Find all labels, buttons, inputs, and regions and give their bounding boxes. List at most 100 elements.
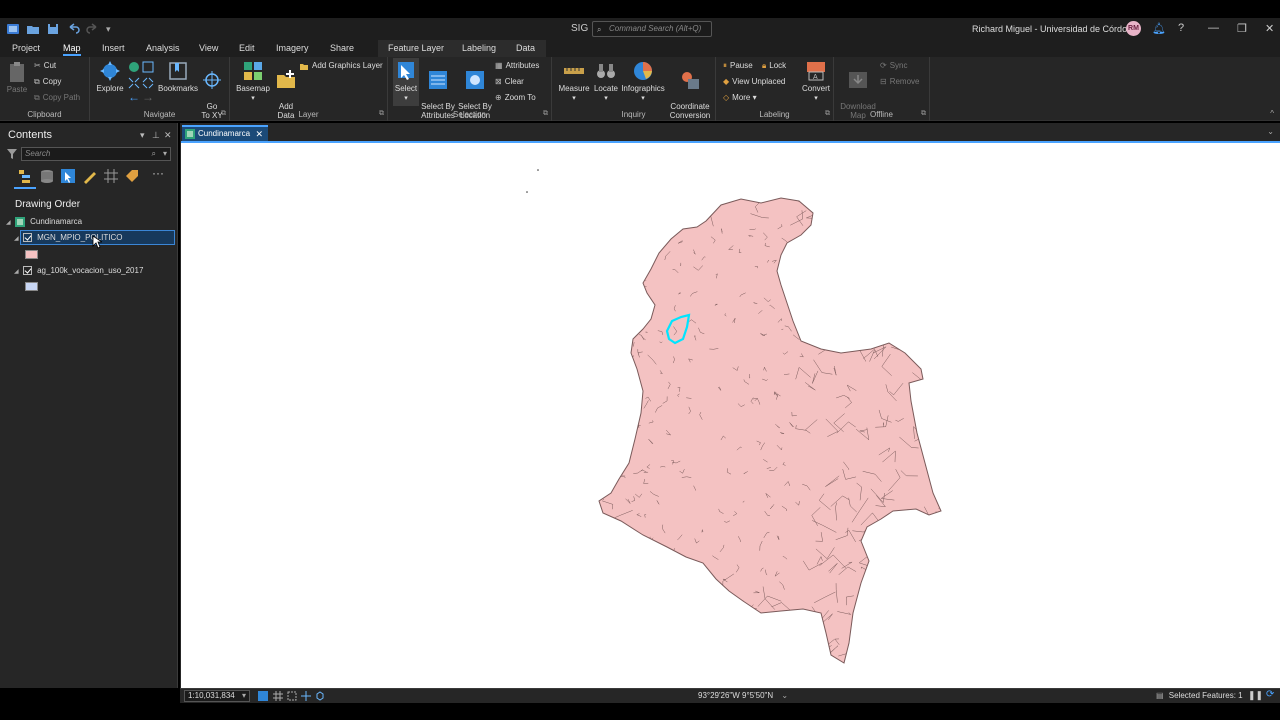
attributes-button[interactable]: ▦ Attributes [495, 61, 539, 70]
tab-data[interactable]: Data [516, 43, 535, 53]
zoom-in-icon[interactable] [128, 77, 140, 89]
layer-launcher-icon[interactable]: ⧉ [379, 110, 384, 118]
restore-button[interactable]: ❐ [1237, 22, 1247, 35]
layer-visibility-checkbox[interactable] [22, 266, 32, 276]
copy-button[interactable]: ⧉ Copy [34, 77, 61, 87]
view-unplaced-button[interactable]: ◆ View Unplaced [723, 77, 785, 86]
pin-icon[interactable]: ⊥ [152, 130, 160, 141]
tab-overflow-icon[interactable]: ⌄ [1267, 127, 1274, 136]
add-graphics-layer-button[interactable]: Add Graphics Layer [299, 61, 383, 71]
scale-selector[interactable]: 1:10,031,834 ▾ [184, 690, 250, 702]
map-canvas[interactable] [181, 141, 1280, 688]
avatar[interactable]: RM [1126, 21, 1141, 36]
open-folder-icon[interactable] [26, 22, 40, 36]
refresh-icon[interactable]: ⟳ [1266, 689, 1274, 700]
municipality-boundary [612, 337, 616, 345]
navigate-launcher-icon[interactable]: ⧉ [221, 110, 226, 118]
help-icon[interactable]: ? [1178, 22, 1184, 34]
more-options-icon[interactable]: ··· [152, 166, 168, 182]
map-tree-item[interactable]: ◢ Cundinamarca [6, 217, 82, 227]
cut-button[interactable]: ✂ Cut [34, 61, 56, 70]
tab-analysis[interactable]: Analysis [146, 43, 180, 53]
copy-path-button[interactable]: ⧉ Copy Path [34, 93, 80, 103]
grid-icon[interactable] [273, 691, 283, 701]
clear-selection-button[interactable]: ⊠ Clear [495, 77, 524, 86]
tab-view[interactable]: View [199, 43, 218, 53]
basemap-button[interactable]: Basemap ▾ [235, 60, 271, 103]
map-view-tab[interactable]: Cundinamarca ✕ [182, 125, 268, 141]
filter-icon[interactable] [7, 149, 17, 159]
contents-search-input[interactable]: Search ⌕ ▾ [21, 147, 171, 161]
minimize-button[interactable]: — [1208, 22, 1219, 34]
editing-view-icon[interactable] [82, 168, 98, 184]
tab-insert[interactable]: Insert [102, 43, 125, 53]
tab-imagery[interactable]: Imagery [276, 43, 309, 53]
pane-options-icon[interactable]: ▾ [140, 130, 145, 141]
layer-item-mgn-mpio-politico[interactable]: ◢ MGN_MPIO_POLITICO [14, 233, 122, 243]
layer-symbol-swatch[interactable] [25, 250, 38, 259]
crosshair-icon[interactable] [301, 691, 311, 701]
expand-arrow-icon[interactable]: ◢ [6, 220, 11, 226]
infographics-button[interactable]: Infographics ▾ [620, 60, 666, 103]
expand-arrow-icon[interactable]: ◢ [14, 269, 19, 275]
save-icon[interactable] [46, 22, 60, 36]
zoom-to-selection-button[interactable]: ⊕ Zoom To [495, 93, 536, 102]
municipality-boundary [940, 209, 941, 233]
select-button[interactable]: Select ▾ [393, 58, 419, 106]
full-extent-icon[interactable] [128, 61, 140, 73]
data-source-icon[interactable] [39, 168, 55, 184]
explore-button[interactable]: Explore [95, 60, 125, 93]
tab-feature-layer[interactable]: Feature Layer [388, 43, 444, 53]
map-drawing[interactable] [181, 143, 1280, 688]
selection-launcher-icon[interactable]: ⧉ [543, 110, 548, 118]
close-window-button[interactable]: ✕ [1265, 22, 1274, 35]
lock-labels-button[interactable]: 🔒︎ Lock [762, 61, 786, 71]
close-tab-icon[interactable]: ✕ [255, 129, 263, 140]
expand-arrow-icon[interactable]: ◢ [14, 236, 19, 242]
fixed-zoom-icon[interactable] [142, 61, 154, 73]
offline-launcher-icon[interactable]: ⧉ [921, 110, 926, 118]
command-search-input[interactable]: ⌕ Command Search (Alt+Q) [592, 21, 712, 37]
convert-button[interactable]: A Convert ▾ [800, 60, 832, 103]
tab-project[interactable]: Project [12, 43, 40, 53]
close-pane-icon[interactable]: ✕ [164, 130, 172, 141]
customize-quick-access-icon[interactable]: ▾ [106, 24, 111, 35]
tab-share[interactable]: Share [330, 43, 354, 53]
user-name[interactable]: Richard Miguel - Universidad de Córdoba [972, 24, 1137, 34]
layer-visibility-checkbox[interactable] [22, 233, 32, 243]
paste-button[interactable]: Paste [4, 61, 30, 94]
selected-features-indicator[interactable]: ▤ Selected Features: 1 [1156, 691, 1243, 700]
sync-button[interactable]: ⟳ Sync [880, 61, 908, 70]
labeling-view-icon[interactable] [124, 168, 140, 184]
measure-button[interactable]: Measure ▾ [557, 60, 591, 103]
chevron-down-icon[interactable]: ⌄ [781, 691, 788, 700]
municipality-boundary [635, 570, 645, 586]
fixed-extent-icon[interactable] [258, 691, 268, 701]
snapping-view-icon[interactable] [103, 168, 119, 184]
labeling-launcher-icon[interactable]: ⧉ [825, 110, 830, 118]
pause-drawing-icon[interactable]: ❚❚ [1248, 690, 1263, 701]
collapse-ribbon-icon[interactable]: ^ [1270, 109, 1274, 118]
locate-button[interactable]: Locate ▾ [592, 60, 620, 103]
colombia-municipalities-layer[interactable] [598, 197, 942, 664]
tab-map[interactable]: Map [63, 43, 81, 56]
bookmarks-button[interactable]: Bookmarks [158, 60, 198, 93]
zoom-out-icon[interactable] [142, 77, 154, 89]
more-labeling-button[interactable]: ◇ More ▾ [723, 93, 757, 102]
drawing-order-icon[interactable] [18, 168, 34, 184]
layer-item-ag-100k-vocacion[interactable]: ◢ ag_100k_vocacion_uso_2017 [14, 266, 143, 276]
municipality-boundary [634, 541, 640, 546]
tab-labeling[interactable]: Labeling [462, 43, 496, 53]
snapping-icon[interactable] [287, 691, 297, 701]
layer-symbol-swatch[interactable] [25, 282, 38, 291]
selection-view-icon[interactable] [60, 168, 76, 184]
remove-button[interactable]: ⊟ Remove [880, 77, 920, 86]
undo-icon[interactable] [66, 22, 80, 36]
notifications-icon[interactable]: 🔔︎ [1152, 22, 1166, 35]
next-extent-icon[interactable]: → [142, 90, 154, 104]
tab-edit[interactable]: Edit [239, 43, 255, 53]
pause-labeling-button[interactable]: ⏸ Pause [723, 61, 753, 71]
refresh-display-icon[interactable] [315, 691, 325, 701]
redo-icon[interactable] [86, 22, 100, 36]
previous-extent-icon[interactable]: ← [128, 90, 140, 104]
